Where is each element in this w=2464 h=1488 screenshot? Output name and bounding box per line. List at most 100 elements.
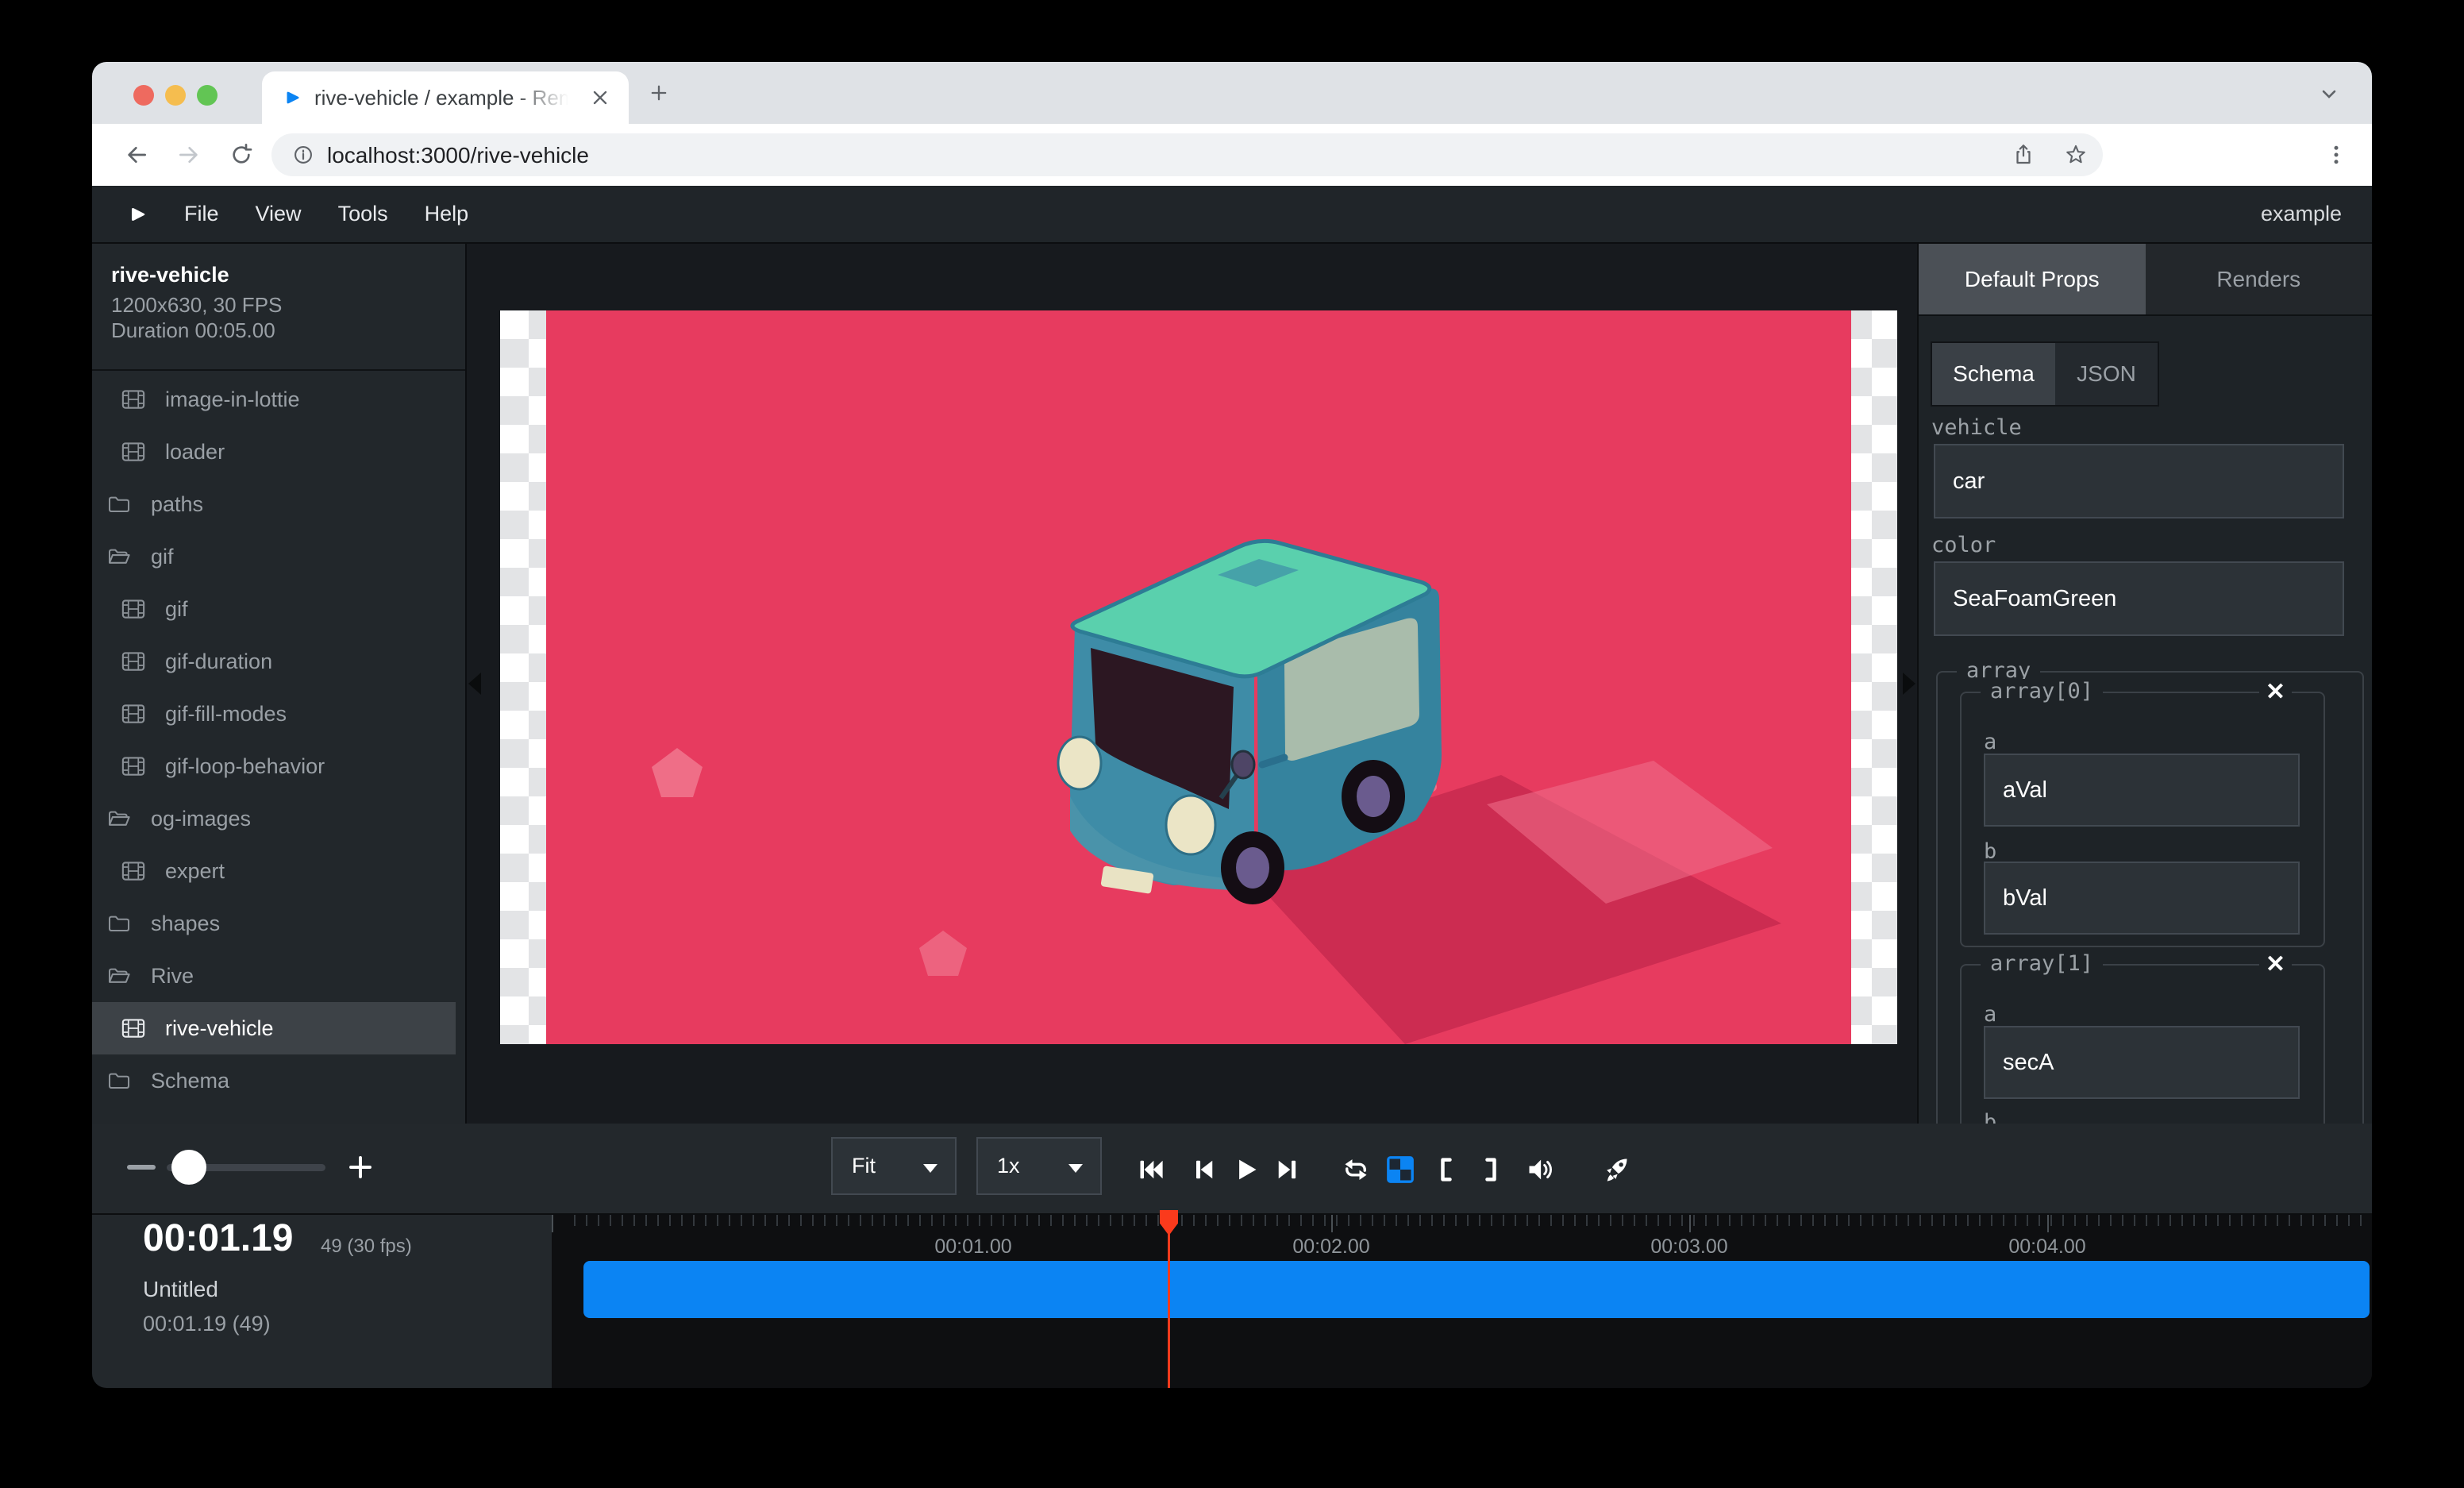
current-frame: 49 (30 fps) xyxy=(321,1236,412,1258)
sidebar-item-og-images[interactable]: og-images xyxy=(92,792,465,845)
render-rocket-icon[interactable] xyxy=(1602,1155,1630,1184)
sidebar-item-gif[interactable]: gif xyxy=(92,583,465,635)
timeline-ruler[interactable] xyxy=(574,1215,2372,1226)
remotion-favicon-icon xyxy=(283,88,302,107)
loop-icon[interactable] xyxy=(1342,1155,1370,1184)
browser-menu-kebab-icon[interactable] xyxy=(2324,143,2348,167)
project-name: example xyxy=(2261,202,2342,226)
film-icon xyxy=(117,1018,149,1039)
previous-frame-icon[interactable] xyxy=(1189,1155,1218,1184)
zoom-in-icon[interactable] xyxy=(346,1153,375,1182)
in-point-bracket-icon[interactable] xyxy=(1432,1155,1461,1184)
film-icon xyxy=(117,599,149,619)
array-0-b-input[interactable]: bVal xyxy=(1984,862,2300,935)
tab-search-chevron-icon[interactable] xyxy=(2318,83,2340,105)
array-0-a-input[interactable]: aVal xyxy=(1984,754,2300,827)
chevron-down-icon xyxy=(923,1164,937,1173)
collapse-sidebar-handle[interactable] xyxy=(468,673,481,695)
menu-view[interactable]: View xyxy=(256,202,302,226)
window-minimize-button[interactable] xyxy=(165,85,186,106)
sidebar-item-gif-duration[interactable]: gif-duration xyxy=(92,635,465,688)
zoom-slider-knob[interactable] xyxy=(171,1150,206,1185)
folder-icon xyxy=(103,914,135,933)
field-label-color: color xyxy=(1931,533,1996,557)
next-frame-icon[interactable] xyxy=(1273,1155,1302,1184)
sidebar-item-label: expert xyxy=(165,859,225,884)
sidebar-item-Schema[interactable]: Schema xyxy=(92,1054,465,1107)
back-icon[interactable] xyxy=(124,142,149,168)
sidebar-item-gif-loop-behavior[interactable]: gif-loop-behavior xyxy=(92,740,465,792)
vehicle-input[interactable]: car xyxy=(1934,444,2344,518)
playback-rate-dropdown[interactable]: 1x xyxy=(976,1137,1102,1195)
out-point-bracket-icon[interactable] xyxy=(1476,1155,1505,1184)
play-icon[interactable] xyxy=(1231,1155,1260,1184)
sidebar-item-loader[interactable]: loader xyxy=(92,426,465,478)
collapse-panel-handle[interactable] xyxy=(1903,673,1915,695)
sidebar-item-rive-vehicle[interactable]: rive-vehicle xyxy=(92,1002,456,1054)
url-text[interactable]: localhost:3000/rive-vehicle xyxy=(327,143,589,168)
jump-to-start-icon[interactable] xyxy=(1137,1155,1165,1184)
props-tabs: Default Props Renders xyxy=(1919,244,2372,316)
tab-close-icon[interactable] xyxy=(589,87,611,109)
canvas-scale-dropdown[interactable]: Fit xyxy=(831,1137,957,1195)
window-zoom-button[interactable] xyxy=(197,85,218,106)
array-1-a-input[interactable]: secA xyxy=(1984,1026,2300,1099)
site-info-icon[interactable] xyxy=(292,144,314,166)
player-toolbar: Fit 1x xyxy=(92,1124,2372,1215)
folder-open-icon xyxy=(103,547,135,566)
toggle-json[interactable]: JSON xyxy=(2055,343,2158,405)
sidebar-item-label: gif xyxy=(165,597,188,622)
zoom-out-icon[interactable] xyxy=(127,1165,156,1170)
transparency-checkerboard xyxy=(500,310,1897,1044)
timeline-track-bar[interactable] xyxy=(583,1261,2370,1318)
browser-window: rive-vehicle / example - Remot localh xyxy=(92,62,2372,1388)
sidebar-item-gif-fill-modes[interactable]: gif-fill-modes xyxy=(92,688,465,740)
sidebar-item-label: gif-duration xyxy=(165,650,272,674)
film-icon xyxy=(117,441,149,462)
playhead-line[interactable] xyxy=(1168,1212,1170,1388)
sidebar-item-gif[interactable]: gif xyxy=(92,530,465,583)
sidebar-item-expert[interactable]: expert xyxy=(92,845,465,897)
menu-tools[interactable]: Tools xyxy=(338,202,388,226)
array-0-remove-icon[interactable]: ✕ xyxy=(2259,680,2292,704)
volume-icon[interactable] xyxy=(1526,1155,1554,1184)
tab-renders[interactable]: Renders xyxy=(2146,244,2373,314)
playhead-marker[interactable] xyxy=(1160,1210,1178,1236)
toggle-schema[interactable]: Schema xyxy=(1932,343,2055,405)
composition-resolution: 1200x630, 30 FPS xyxy=(111,293,282,318)
composition-info: rive-vehicle 1200x630, 30 FPS Duration 0… xyxy=(92,244,465,371)
window-close-button[interactable] xyxy=(133,85,154,106)
tab-default-props[interactable]: Default Props xyxy=(1919,244,2146,314)
ruler-label: 00:04.00 xyxy=(2008,1236,2085,1259)
forward-icon[interactable] xyxy=(176,142,202,168)
transparency-checkerboard-toggle-icon[interactable] xyxy=(1386,1155,1415,1184)
array-1-remove-icon[interactable]: ✕ xyxy=(2259,953,2292,977)
sidebar-item-shapes[interactable]: shapes xyxy=(92,897,465,950)
array-1-legend: array[1] xyxy=(1981,951,2103,976)
film-icon xyxy=(117,756,149,777)
bookmark-star-icon[interactable] xyxy=(2064,143,2088,167)
main-content: rive-vehicle 1200x630, 30 FPS Duration 0… xyxy=(92,244,2372,1124)
sidebar-item-image-in-lottie[interactable]: image-in-lottie xyxy=(92,373,465,426)
reload-icon[interactable] xyxy=(229,142,254,168)
film-icon xyxy=(117,389,149,410)
sidebar-item-paths[interactable]: paths xyxy=(92,478,465,530)
film-icon xyxy=(117,861,149,881)
array-0-legend: array[0] xyxy=(1981,679,2103,704)
folder-icon xyxy=(103,1071,135,1090)
new-tab-icon[interactable] xyxy=(648,82,670,104)
share-icon[interactable] xyxy=(2012,143,2035,167)
browser-addressbar: localhost:3000/rive-vehicle xyxy=(92,124,2372,186)
timeline-track-area[interactable]: 00:01.00 00:02.00 00:03.00 00:04.00 xyxy=(552,1215,2372,1388)
preview-area xyxy=(467,244,1917,1124)
browser-tab[interactable]: rive-vehicle / example - Remot xyxy=(262,71,629,124)
menu-file[interactable]: File xyxy=(184,202,219,226)
film-icon xyxy=(117,704,149,724)
color-input[interactable]: SeaFoamGreen xyxy=(1934,561,2344,636)
remotion-logo-icon[interactable] xyxy=(127,204,148,225)
screenshot: rive-vehicle / example - Remot localh xyxy=(0,0,2464,1488)
timeline-info-panel: 00:01.19 49 (30 fps) Untitled 00:01.19 (… xyxy=(92,1215,552,1388)
sidebar-item-Rive[interactable]: Rive xyxy=(92,950,465,1002)
sidebar-item-label: og-images xyxy=(151,807,251,831)
menu-help[interactable]: Help xyxy=(425,202,469,226)
